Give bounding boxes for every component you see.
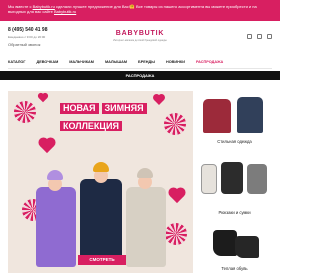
category-label: Рюкзаки и сумки [218, 210, 251, 215]
callback-link[interactable]: Обратный звонок [8, 42, 40, 47]
nav-babies[interactable]: МАЛЫШАМ [105, 60, 127, 64]
sale-strip[interactable]: РАСПРОДАЖА [0, 71, 280, 80]
header-icons [247, 34, 272, 39]
kid-hat [93, 162, 109, 172]
jacket-image [203, 99, 231, 133]
boot-image [213, 230, 237, 256]
kid-navy-jacket [80, 179, 122, 265]
logo[interactable]: BABYBUTIK Интернет-магазин детской бренд… [104, 30, 176, 42]
main-nav: КАТАЛОГ ДЕВОЧКАМ МАЛЬЧИКАМ МАЛЫШАМ БРЕНД… [0, 57, 280, 66]
promo-link-2[interactable]: Babybutik.ru [54, 9, 76, 14]
title-word-new: НОВАЯ [60, 103, 99, 114]
jacket-image [237, 97, 263, 133]
user-icon[interactable] [247, 34, 252, 39]
nav-catalog[interactable]: КАТАЛОГ [8, 60, 26, 64]
heart-decoration [38, 93, 48, 103]
heart-decoration [154, 95, 164, 105]
phone-number[interactable]: 8 (495) 540 41 98 [8, 27, 47, 33]
backpack-image [221, 162, 243, 194]
promo-banner: Мы вместе с Babybutik.ru сделали лучшее … [0, 0, 280, 21]
working-hours: Ежедневно с 9:00 до 20:00 [8, 35, 46, 39]
hero-banner[interactable]: НОВАЯ ЗИМНЯЯ КОЛЛЕКЦИЯ СМОТРЕТЬ [8, 91, 193, 273]
nav-brands[interactable]: БРЕНДЫ [138, 60, 155, 64]
heart-decoration [39, 138, 55, 154]
nav-sale[interactable]: РАСПРОДАЖА [196, 60, 223, 64]
site-header: 8 (495) 540 41 98 Ежедневно с 9:00 до 20… [0, 21, 280, 55]
swirl-decoration [164, 113, 186, 135]
swirl-decoration [14, 101, 36, 123]
swirl-decoration [165, 223, 187, 245]
category-label: Стильная одежда [217, 139, 252, 144]
nav-boys[interactable]: МАЛЬЧИКАМ [69, 60, 94, 64]
heart-decoration [169, 188, 185, 204]
category-label: Теплая обувь [221, 266, 248, 271]
nav-new[interactable]: НОВИНКИ [166, 60, 185, 64]
view-button[interactable]: СМОТРЕТЬ [78, 255, 126, 265]
title-word-collection: КОЛЛЕКЦИЯ [60, 121, 122, 131]
kid-purple-jacket [36, 187, 76, 267]
boot-image [235, 236, 259, 258]
kid-hat [137, 168, 153, 178]
kid-hat [47, 170, 63, 180]
logo-tagline: Интернет-магазин детской брендовой одежд… [113, 39, 167, 42]
backpack-image [201, 164, 217, 194]
nav-girls[interactable]: ДЕВОЧКАМ [37, 60, 59, 64]
banner-title: НОВАЯ ЗИМНЯЯ КОЛЛЕКЦИЯ [60, 103, 152, 135]
backpack-image [247, 164, 267, 194]
favorites-icon[interactable] [257, 34, 262, 39]
logo-text: BABYBUTIK [115, 30, 165, 37]
category-card-shoes[interactable]: Теплая обувь [197, 222, 272, 278]
divider [8, 68, 272, 69]
title-word-winter: ЗИМНЯЯ [101, 103, 147, 114]
category-card-clothing[interactable]: Стильная одежда [197, 91, 272, 151]
kid-light-jacket [126, 187, 166, 267]
category-card-bags[interactable]: Рюкзаки и сумки [197, 156, 272, 216]
cart-icon[interactable] [267, 34, 272, 39]
